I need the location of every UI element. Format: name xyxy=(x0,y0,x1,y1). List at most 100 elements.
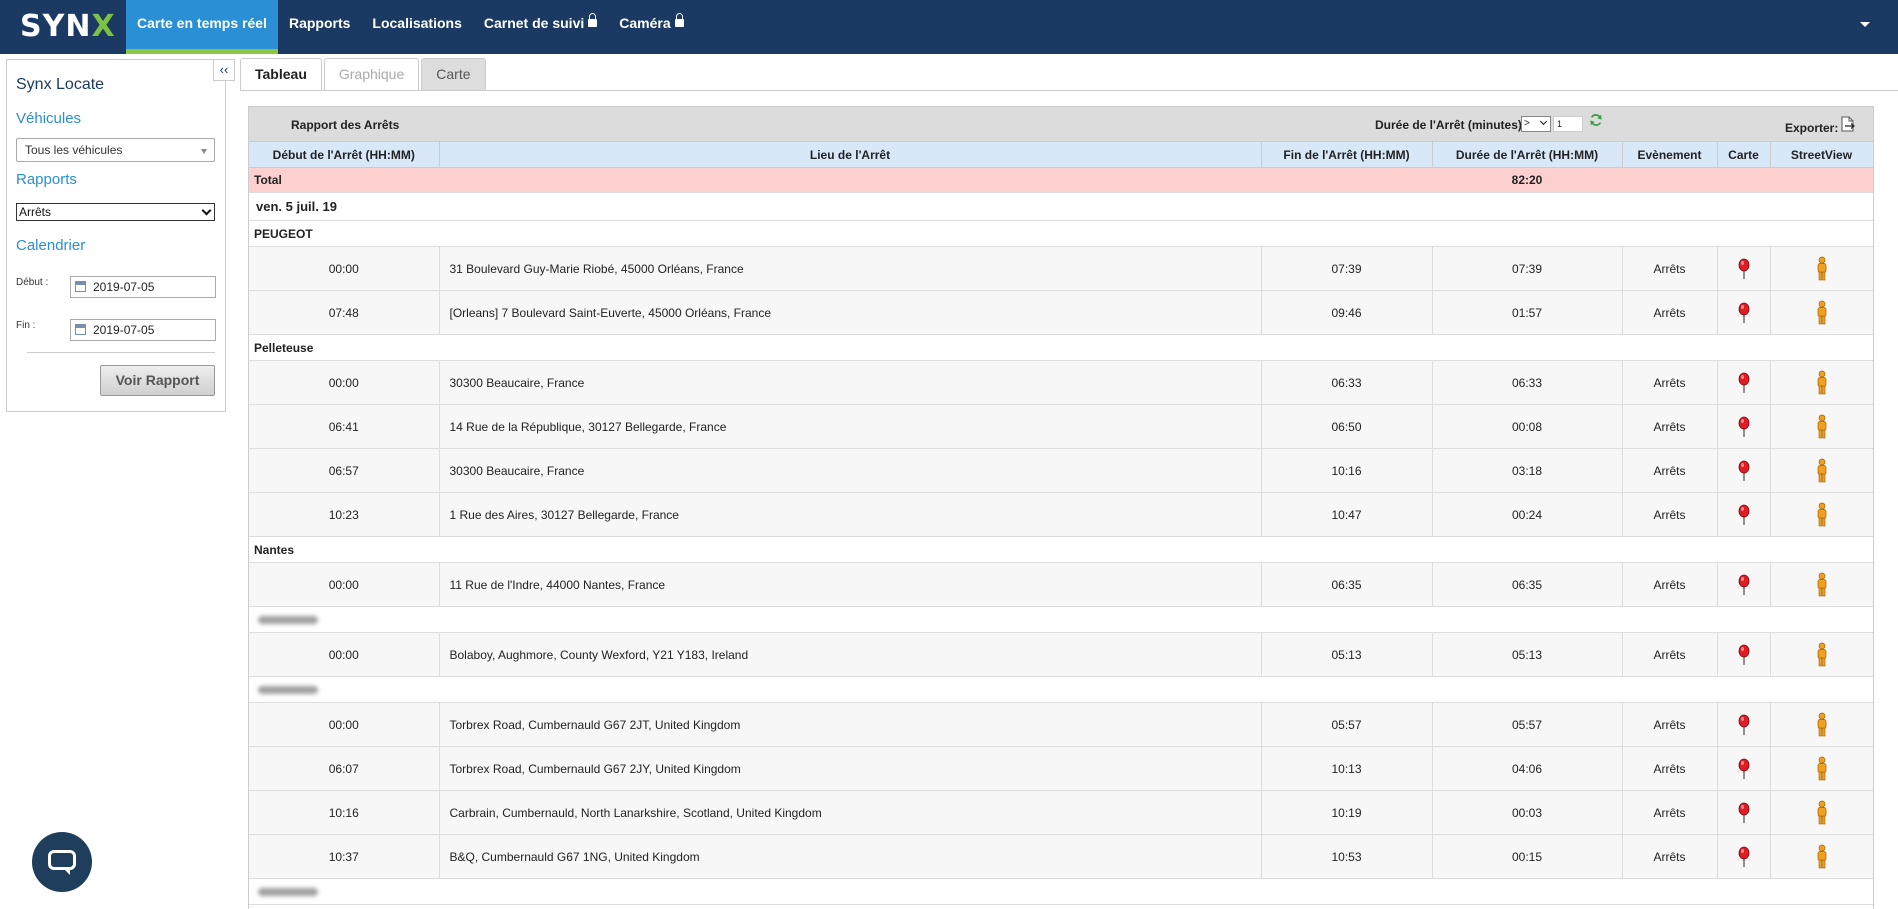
redacted-vehicle-name xyxy=(258,616,318,625)
column-header-5[interactable]: Carte xyxy=(1717,142,1771,168)
table-row[interactable]: 06:07 Torbrex Road, Cumbernauld G67 2JY, … xyxy=(249,746,1873,791)
nav-item-1[interactable]: Rapports xyxy=(278,0,361,54)
stop-location: Torbrex Road, Cumbernauld G67 2JY, Unite… xyxy=(439,746,1262,791)
calendar-heading: Calendrier xyxy=(16,237,86,254)
streetview-pegman-icon[interactable] xyxy=(1770,290,1873,335)
streetview-pegman-icon[interactable] xyxy=(1770,790,1873,835)
streetview-pegman-icon[interactable] xyxy=(1770,246,1873,291)
nav-item-3[interactable]: Carnet de suivi xyxy=(473,0,608,54)
stop-duration: 04:06 xyxy=(1432,746,1623,791)
map-pin-icon[interactable] xyxy=(1717,790,1771,835)
map-pin-icon[interactable] xyxy=(1717,360,1771,405)
stop-start: 10:37 xyxy=(249,834,440,879)
column-header-3[interactable]: Durée de l'Arrêt (HH:MM) xyxy=(1432,142,1623,168)
streetview-pegman-icon[interactable] xyxy=(1770,448,1873,493)
tab-2[interactable]: Carte xyxy=(421,58,486,90)
stop-duration: 06:33 xyxy=(1432,360,1623,405)
start-date-input[interactable]: 2019-07-05 xyxy=(70,276,216,298)
chevron-down-icon xyxy=(201,205,212,216)
streetview-pegman-icon[interactable] xyxy=(1770,404,1873,449)
map-pin-icon[interactable] xyxy=(1717,562,1771,607)
map-pin-icon[interactable] xyxy=(1717,246,1771,291)
stop-location: 30300 Beaucaire, France xyxy=(439,360,1262,405)
report-title: Rapport des Arrêts xyxy=(291,118,400,132)
vehicle-group-row: Pelleteuse xyxy=(249,334,1873,361)
stop-start: 10:16 xyxy=(249,790,440,835)
tab-0[interactable]: Tableau xyxy=(240,58,322,91)
start-date-value: 2019-07-05 xyxy=(93,280,155,294)
map-pin-icon[interactable] xyxy=(1717,404,1771,449)
stop-event: Arrêts xyxy=(1622,790,1718,835)
streetview-pegman-icon[interactable] xyxy=(1770,702,1873,747)
stop-duration: 07:39 xyxy=(1432,246,1623,291)
stop-duration: 06:35 xyxy=(1432,562,1623,607)
nav-item-4[interactable]: Caméra xyxy=(608,0,694,54)
vehicle-name xyxy=(249,606,1873,633)
map-pin-icon[interactable] xyxy=(1717,834,1771,879)
table-row[interactable]: 10:37 B&Q, Cumbernauld G67 1NG, United Ki… xyxy=(249,834,1873,879)
table-row[interactable]: 00:00 11 Rue de l'Indre, 44000 Nantes, Fr… xyxy=(249,562,1873,607)
map-pin-icon[interactable] xyxy=(1717,702,1771,747)
stop-end: 10:16 xyxy=(1261,448,1433,493)
nav-item-0[interactable]: Carte en temps réel xyxy=(126,0,278,54)
date-row: ven. 5 juil. 19 xyxy=(249,192,1873,221)
column-header-6[interactable]: StreetView xyxy=(1770,142,1873,168)
report-type-select[interactable]: Arrêts xyxy=(16,203,215,221)
table-row[interactable]: 10:16 Carbrain, Cumbernauld, North Lanark… xyxy=(249,790,1873,835)
refresh-icon[interactable] xyxy=(1589,113,1603,127)
stop-event: Arrêts xyxy=(1622,632,1718,677)
redacted-vehicle-name xyxy=(258,686,318,695)
stop-start: 07:48 xyxy=(249,290,440,335)
streetview-pegman-icon[interactable] xyxy=(1770,492,1873,537)
view-report-button[interactable]: Voir Rapport xyxy=(100,365,215,396)
stop-location: [Orleans] 7 Boulevard Saint-Euverte, 450… xyxy=(439,290,1262,335)
column-header-2[interactable]: Fin de l'Arrêt (HH:MM) xyxy=(1261,142,1433,168)
stop-location: 11 Rue de l'Indre, 44000 Nantes, France xyxy=(439,562,1262,607)
table-row[interactable]: 00:00 Bolaboy, Aughmore, County Wexford, … xyxy=(249,632,1873,677)
stop-end: 10:47 xyxy=(1261,492,1433,537)
map-pin-icon[interactable] xyxy=(1717,290,1771,335)
vehicles-select[interactable]: Tous les véhicules xyxy=(16,138,215,162)
table-row[interactable]: 00:00 Torbrex Road, Cumbernauld G67 2JT, … xyxy=(249,702,1873,747)
report-panel: Rapport des Arrêts Durée de l'Arrêt (min… xyxy=(248,106,1874,909)
duration-value-input[interactable]: 1 xyxy=(1553,116,1583,132)
vehicle-group-row xyxy=(249,878,1873,905)
vehicle-group-row: Nantes xyxy=(249,536,1873,563)
table-row[interactable]: 07:48 [Orleans] 7 Boulevard Saint-Euverte… xyxy=(249,290,1873,335)
streetview-pegman-icon[interactable] xyxy=(1770,360,1873,405)
streetview-pegman-icon[interactable] xyxy=(1770,834,1873,879)
map-pin-icon[interactable] xyxy=(1717,448,1771,493)
table-row[interactable]: 00:00 30300 Beaucaire, France 06:33 06:33 Ar… xyxy=(249,360,1873,405)
map-pin-icon[interactable] xyxy=(1717,492,1771,537)
calendar-icon[interactable] xyxy=(75,281,86,292)
map-pin-icon[interactable] xyxy=(1717,746,1771,791)
stop-duration: 00:15 xyxy=(1432,834,1623,879)
account-dropdown-icon[interactable] xyxy=(1860,22,1870,27)
table-row[interactable]: 06:41 14 Rue de la République, 30127 Bell… xyxy=(249,404,1873,449)
synx-logo[interactable]: SYN X xyxy=(20,8,116,44)
column-header-0[interactable]: Début de l'Arrêt (HH:MM) xyxy=(249,142,440,168)
export-file-icon[interactable] xyxy=(1841,116,1855,132)
table-row[interactable]: 00:00 31 Boulevard Guy-Marie Riobé, 45000… xyxy=(249,246,1873,291)
column-header-4[interactable]: Evènement xyxy=(1622,142,1718,168)
stop-end: 10:13 xyxy=(1261,746,1433,791)
column-header-1[interactable]: Lieu de l'Arrêt xyxy=(439,142,1262,168)
chat-bubble-icon xyxy=(48,850,76,875)
map-pin-icon[interactable] xyxy=(1717,632,1771,677)
stop-end: 06:35 xyxy=(1261,562,1433,607)
streetview-pegman-icon[interactable] xyxy=(1770,746,1873,791)
streetview-pegman-icon[interactable] xyxy=(1770,562,1873,607)
table-row[interactable]: 06:57 30300 Beaucaire, France 10:16 03:18 Ar… xyxy=(249,448,1873,493)
calendar-icon[interactable] xyxy=(75,324,86,335)
nav-item-2[interactable]: Localisations xyxy=(361,0,472,54)
end-date-label: Fin : xyxy=(16,320,36,331)
vehicle-name: Nantes xyxy=(249,536,1873,563)
end-date-input[interactable]: 2019-07-05 xyxy=(70,319,216,341)
collapse-sidebar-button[interactable]: ‹‹ xyxy=(213,59,235,81)
table-row[interactable]: 10:23 1 Rue des Aires, 30127 Bellegarde, … xyxy=(249,492,1873,537)
stop-end: 10:53 xyxy=(1261,834,1433,879)
streetview-pegman-icon[interactable] xyxy=(1770,632,1873,677)
nav-item-label: Carte en temps réel xyxy=(137,15,267,31)
duration-operator-select[interactable]: > xyxy=(1521,116,1551,132)
chat-button[interactable] xyxy=(32,832,92,892)
